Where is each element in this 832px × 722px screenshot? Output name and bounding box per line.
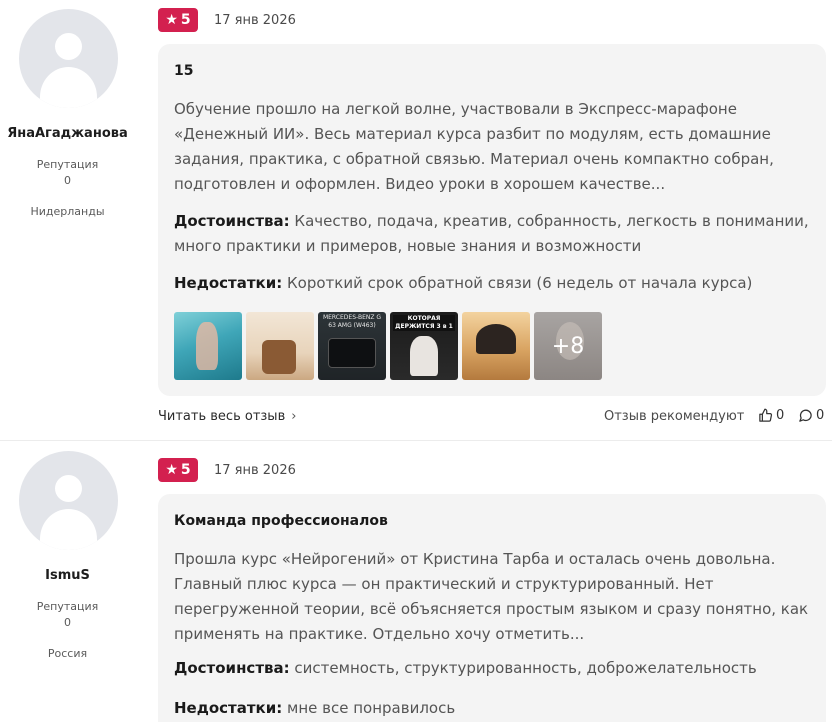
review-pros: Достоинства: системность, структурирован… [174, 659, 824, 677]
author-name[interactable]: ЯнаАгаджанова [0, 126, 135, 141]
review-photos: MERCEDES-BENZ G 63 AMG (W463) КОТОРАЯ ДЕ… [174, 312, 602, 380]
review-pros: Достоинства: Качество, подача, креатив, … [174, 209, 814, 259]
rating-value: 5 [180, 12, 191, 28]
comment-count: 0 [816, 408, 825, 423]
review-text: Прошла курс «Нейрогений» от Кристина Тар… [174, 550, 809, 643]
photo-thumbnail[interactable]: MERCEDES-BENZ G 63 AMG (W463) [318, 312, 386, 380]
photo-thumbnail[interactable] [174, 312, 242, 380]
rating-badge: ★ 5 [158, 8, 198, 32]
cons-text: мне все понравилось [287, 699, 456, 717]
more-photos-button[interactable]: +8 [534, 312, 602, 380]
review-title[interactable]: Команда профессионалов [174, 513, 388, 529]
avatar[interactable] [19, 451, 118, 550]
pros-label: Достоинства: [174, 212, 290, 230]
cons-label: Недостатки: [174, 274, 283, 292]
avatar-body-shape [40, 67, 97, 108]
more-photos-count: +8 [551, 333, 585, 359]
review-card: Команда профессионалов Прошла курс «Нейр… [158, 494, 826, 722]
photo-thumbnail[interactable] [246, 312, 314, 380]
review-cons: Недостатки: Короткий срок обратной связи… [174, 274, 824, 292]
photo-thumbnail[interactable]: КОТОРАЯ ДЕРЖИТСЯ 3 в 1 [390, 312, 458, 380]
thumbnail-caption: MERCEDES-BENZ G 63 AMG (W463) [322, 314, 382, 329]
thumbs-up-icon [759, 408, 773, 422]
star-icon: ★ [165, 462, 178, 478]
reputation-value: 0 [64, 616, 71, 629]
like-count: 0 [776, 408, 785, 423]
like-button[interactable]: 0 [758, 408, 784, 423]
avatar[interactable] [19, 9, 118, 108]
review-text: Обучение прошло на легкой волне, участво… [174, 100, 774, 193]
reputation-label: Репутация [36, 158, 99, 171]
review-title[interactable]: 15 [174, 63, 193, 79]
review-card: 15 Обучение прошло на легкой волне, учас… [158, 44, 826, 396]
review-date: 17 янв 2026 [214, 463, 296, 478]
review-item: ЯнаАгаджанова Репутация 0 Нидерланды ★ 5… [0, 0, 832, 441]
star-icon: ★ [165, 12, 178, 28]
read-full-review-link[interactable]: Читать весь отзыв › [158, 409, 296, 424]
review-divider [0, 440, 832, 441]
reputation-value: 0 [64, 174, 71, 187]
cons-text: Короткий срок обратной связи (6 недель о… [287, 274, 753, 292]
review-item: IsmuS Репутация 0 Россия ★ 5 17 янв 2026… [0, 442, 832, 722]
author-country: Россия [47, 647, 88, 660]
rating-value: 5 [180, 462, 191, 478]
recommend-label: Отзыв рекомендуют [604, 409, 745, 424]
author-country: Нидерланды [30, 205, 105, 218]
comment-button[interactable]: 0 [798, 408, 824, 423]
review-date: 17 янв 2026 [214, 13, 296, 28]
thumbnail-caption: КОТОРАЯ ДЕРЖИТСЯ 3 в 1 [393, 315, 455, 331]
pros-text: системность, структурированность, доброж… [294, 659, 757, 677]
pros-label: Достоинства: [174, 659, 290, 677]
reputation-label: Репутация [36, 600, 99, 613]
cons-label: Недостатки: [174, 699, 283, 717]
avatar-head-shape [55, 475, 82, 502]
avatar-head-shape [55, 33, 82, 60]
review-cons: Недостатки: мне все понравилось [174, 699, 824, 717]
chevron-right-icon: › [291, 409, 297, 424]
read-more-label: Читать весь отзыв [158, 409, 286, 424]
author-name[interactable]: IsmuS [0, 568, 135, 583]
avatar-body-shape [40, 509, 97, 550]
comment-icon [799, 409, 812, 422]
photo-thumbnail[interactable] [462, 312, 530, 380]
rating-badge: ★ 5 [158, 458, 198, 482]
